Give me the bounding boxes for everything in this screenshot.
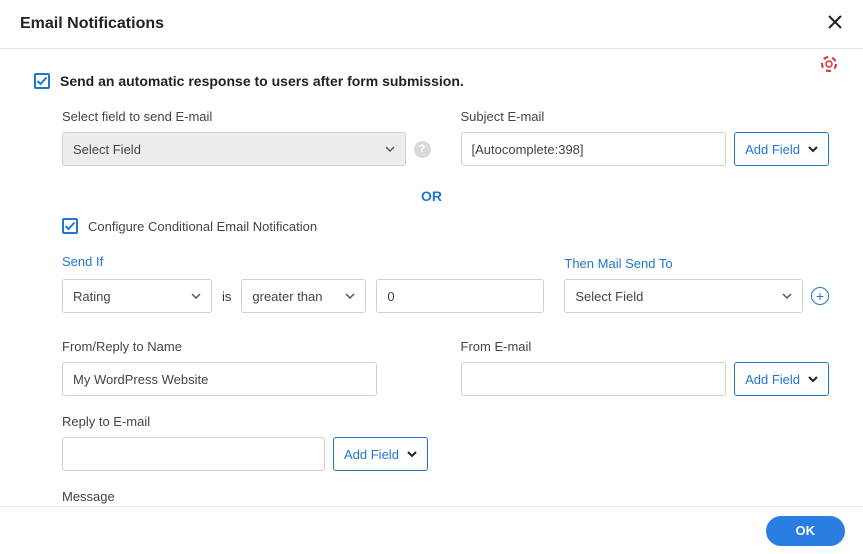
chevron-down-icon [345,291,355,301]
select-field-label: Select field to send E-mail [62,109,431,124]
reply-email-input[interactable] [62,437,325,471]
help-lifebuoy-icon[interactable] [821,56,837,72]
subject-label: Subject E-mail [461,109,830,124]
auto-response-checkbox[interactable] [34,73,50,89]
reply-email-label: Reply to E-mail [62,414,829,429]
subject-input[interactable]: [Autocomplete:398] [461,132,727,166]
select-field-dropdown[interactable]: Select Field [62,132,406,166]
from-email-label: From E-mail [461,339,830,354]
or-divider: OR [34,188,829,204]
subject-value: [Autocomplete:398] [472,142,584,157]
then-mail-dropdown[interactable]: Select Field [564,279,803,313]
select-field-value: Select Field [73,142,141,157]
help-icon[interactable]: ? [414,141,431,158]
then-mail-label: Then Mail Send To [564,256,829,271]
is-label: is [222,289,231,304]
chevron-down-icon [782,291,792,301]
chevron-down-icon [191,291,201,301]
chevron-down-icon [808,374,818,384]
from-name-input[interactable]: My WordPress Website [62,362,377,396]
from-name-label: From/Reply to Name [62,339,431,354]
ok-button[interactable]: OK [766,516,846,546]
message-label: Message [62,489,742,504]
chevron-down-icon [407,449,417,459]
add-condition-icon[interactable]: + [811,287,829,305]
add-field-button-subject[interactable]: Add Field [734,132,829,166]
add-field-button-from-email[interactable]: Add Field [734,362,829,396]
condition-operator-dropdown[interactable]: greater than [241,279,366,313]
conditional-label: Configure Conditional Email Notification [88,219,317,234]
auto-response-label: Send an automatic response to users afte… [60,73,464,89]
condition-field-dropdown[interactable]: Rating [62,279,212,313]
chevron-down-icon [808,144,818,154]
chevron-down-icon [385,144,395,154]
add-field-button-reply[interactable]: Add Field [333,437,428,471]
dialog-title: Email Notifications [20,15,164,33]
condition-value-input[interactable]: 0 [376,279,544,313]
conditional-checkbox[interactable] [62,218,78,234]
send-if-label: Send If [62,254,544,269]
from-email-input[interactable] [461,362,727,396]
close-icon[interactable] [827,14,843,34]
